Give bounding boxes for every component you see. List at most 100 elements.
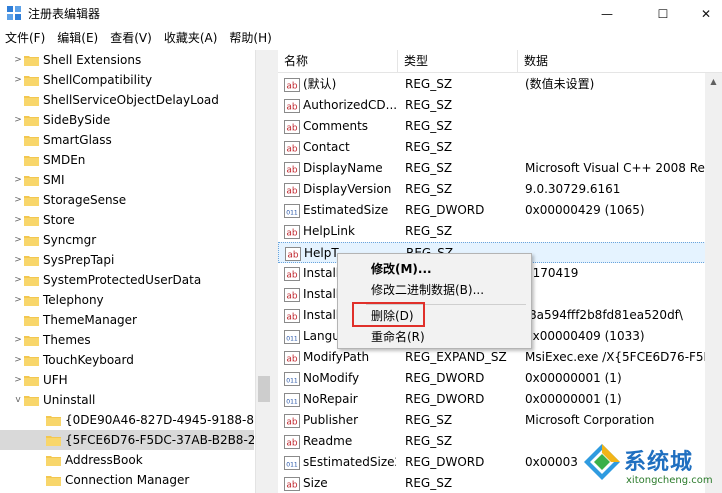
- tree-item-label: AddressBook: [65, 453, 143, 467]
- menu-edit[interactable]: 编辑(E): [51, 27, 104, 49]
- tree-item-label: Shell Extensions: [43, 53, 142, 67]
- collapsed-chevron-icon[interactable]: >: [12, 175, 24, 185]
- scroll-up-arrow-icon[interactable]: ▲: [705, 73, 722, 90]
- tree-item[interactable]: Connection Manager: [0, 470, 254, 490]
- svg-text:011: 011: [286, 398, 298, 405]
- tree-item[interactable]: SMDEn: [0, 150, 254, 170]
- tree-item-label: SMI: [43, 173, 65, 187]
- value-data-cell: (数值未设置): [525, 77, 595, 91]
- context-item-modify-binary[interactable]: 修改二进制数据(B)...: [338, 280, 531, 301]
- value-name: HelpLink: [303, 224, 355, 238]
- tree-item[interactable]: > Store: [0, 210, 254, 230]
- menu-view[interactable]: 查看(V): [104, 27, 158, 49]
- value-data-cell: [525, 95, 722, 116]
- tree-item[interactable]: v Uninstall: [0, 390, 254, 410]
- collapsed-chevron-icon[interactable]: >: [12, 375, 24, 385]
- context-item-modify[interactable]: 修改(M)...: [338, 259, 531, 280]
- value-name-cell: 011 sEstimatedSize2: [284, 452, 396, 473]
- context-menu: 修改(M)... 修改二进制数据(B)... 删除(D) 重命名(R): [337, 253, 532, 349]
- value-type-cell: REG_SZ: [405, 140, 453, 154]
- column-header-data[interactable]: 数据: [518, 50, 722, 73]
- tree-item-label: ShellCompatibility: [43, 73, 153, 87]
- tree-item[interactable]: {0DE90A46-827D-4945-9188-877: [0, 410, 254, 430]
- maximize-button[interactable]: ☐: [640, 0, 686, 27]
- folder-icon: [24, 76, 39, 86]
- collapsed-chevron-icon[interactable]: >: [12, 355, 24, 365]
- tree-scrollbar-thumb[interactable]: [258, 376, 270, 402]
- value-name: Install: [303, 287, 340, 301]
- tree-item[interactable]: > Syncmgr: [0, 230, 254, 250]
- list-scrollbar[interactable]: ▲: [705, 73, 722, 493]
- tree-item[interactable]: > SysPrepTapi: [0, 250, 254, 270]
- tree-item[interactable]: ThemeManager: [0, 310, 254, 330]
- column-header-type[interactable]: 类型: [398, 50, 518, 73]
- close-button[interactable]: ✕: [690, 0, 722, 27]
- collapsed-chevron-icon[interactable]: >: [12, 115, 24, 125]
- folder-icon: [46, 436, 61, 446]
- value-name: Install: [303, 308, 340, 322]
- registry-tree[interactable]: > Shell Extensions > ShellCompatibility Shel…: [0, 50, 272, 493]
- tree-item-label: ThemeManager: [43, 313, 137, 327]
- expanded-chevron-icon[interactable]: v: [12, 395, 24, 405]
- collapsed-chevron-icon[interactable]: >: [12, 275, 24, 285]
- folder-icon: [24, 196, 39, 206]
- value-row[interactable]: 011 NoModify REG_DWORD 0x00000001 (1): [278, 368, 722, 389]
- value-name-cell: ab Contact: [284, 137, 396, 158]
- tree-item[interactable]: > SMI: [0, 170, 254, 190]
- collapsed-chevron-icon[interactable]: >: [12, 195, 24, 205]
- tree-item-label: StorageSense: [43, 193, 127, 207]
- tree-item[interactable]: ShellServiceObjectDelayLoad: [0, 90, 254, 110]
- tree-item[interactable]: {5FCE6D76-F5DC-37AB-B2B8-22: [0, 430, 254, 450]
- collapsed-chevron-icon[interactable]: >: [12, 235, 24, 245]
- context-item-rename[interactable]: 重命名(R): [338, 327, 531, 348]
- watermark: 系统城 xitongcheng.com: [582, 442, 722, 493]
- tree-item-label: Themes: [43, 333, 91, 347]
- menu-favorites[interactable]: 收藏夹(A): [158, 27, 224, 49]
- collapsed-chevron-icon[interactable]: >: [12, 215, 24, 225]
- menu-help[interactable]: 帮助(H): [223, 27, 277, 49]
- watermark-logo-icon: [584, 444, 620, 480]
- tree-item[interactable]: > StorageSense: [0, 190, 254, 210]
- value-name: AuthorizedCD...: [303, 98, 396, 112]
- tree-item[interactable]: > Shell Extensions: [0, 50, 254, 70]
- value-row[interactable]: ab HelpLink REG_SZ: [278, 221, 722, 242]
- tree-item[interactable]: > UFH: [0, 370, 254, 390]
- value-row[interactable]: ab Contact REG_SZ: [278, 137, 722, 158]
- value-row[interactable]: 011 NoRepair REG_DWORD 0x00000001 (1): [278, 389, 722, 410]
- tree-item[interactable]: > SystemProtectedUserData: [0, 270, 254, 290]
- value-row[interactable]: ab ModifyPath REG_EXPAND_SZ MsiExec.exe /X{…: [278, 347, 722, 368]
- value-row[interactable]: ab (默认) REG_SZ (数值未设置): [278, 74, 722, 95]
- collapsed-chevron-icon[interactable]: >: [12, 295, 24, 305]
- context-item-delete[interactable]: 删除(D): [338, 306, 531, 327]
- tree-item[interactable]: > Telephony: [0, 290, 254, 310]
- collapsed-chevron-icon[interactable]: >: [12, 75, 24, 85]
- value-row[interactable]: ab Publisher REG_SZ Microsoft Corporation: [278, 410, 722, 431]
- value-row[interactable]: ab AuthorizedCD... REG_SZ: [278, 95, 722, 116]
- value-data-cell: 0x00000001 (1): [525, 371, 622, 385]
- minimize-button[interactable]: —: [584, 0, 630, 27]
- value-type-cell: REG_EXPAND_SZ: [405, 350, 507, 364]
- tree-item[interactable]: > SideBySide: [0, 110, 254, 130]
- menu-file[interactable]: 文件(F): [0, 27, 51, 49]
- string-value-icon: ab: [284, 350, 300, 365]
- value-row[interactable]: 011 EstimatedSize REG_DWORD 0x00000429 (106…: [278, 200, 722, 221]
- tree-item[interactable]: SmartGlass: [0, 130, 254, 150]
- tree-item[interactable]: > ShellCompatibility: [0, 70, 254, 90]
- value-row[interactable]: ab Comments REG_SZ: [278, 116, 722, 137]
- collapsed-chevron-icon[interactable]: >: [12, 335, 24, 345]
- collapsed-chevron-icon[interactable]: >: [12, 255, 24, 265]
- value-name: ModifyPath: [303, 350, 370, 364]
- svg-text:ab: ab: [286, 81, 298, 91]
- column-header-name[interactable]: 名称: [278, 50, 398, 73]
- tree-item[interactable]: > TouchKeyboard: [0, 350, 254, 370]
- value-row[interactable]: ab DisplayVersion REG_SZ 9.0.30729.6161: [278, 179, 722, 200]
- collapsed-chevron-icon[interactable]: >: [12, 55, 24, 65]
- value-name: Install: [303, 266, 340, 280]
- tree-item[interactable]: > Themes: [0, 330, 254, 350]
- regedit-app-icon: [7, 6, 21, 20]
- tree-item-label: Syncmgr: [43, 233, 97, 247]
- tree-scrollbar[interactable]: [255, 50, 272, 493]
- tree-item[interactable]: AddressBook: [0, 450, 254, 470]
- value-row[interactable]: ab DisplayName REG_SZ Microsoft Visual C++ …: [278, 158, 722, 179]
- value-name: (默认): [303, 77, 337, 91]
